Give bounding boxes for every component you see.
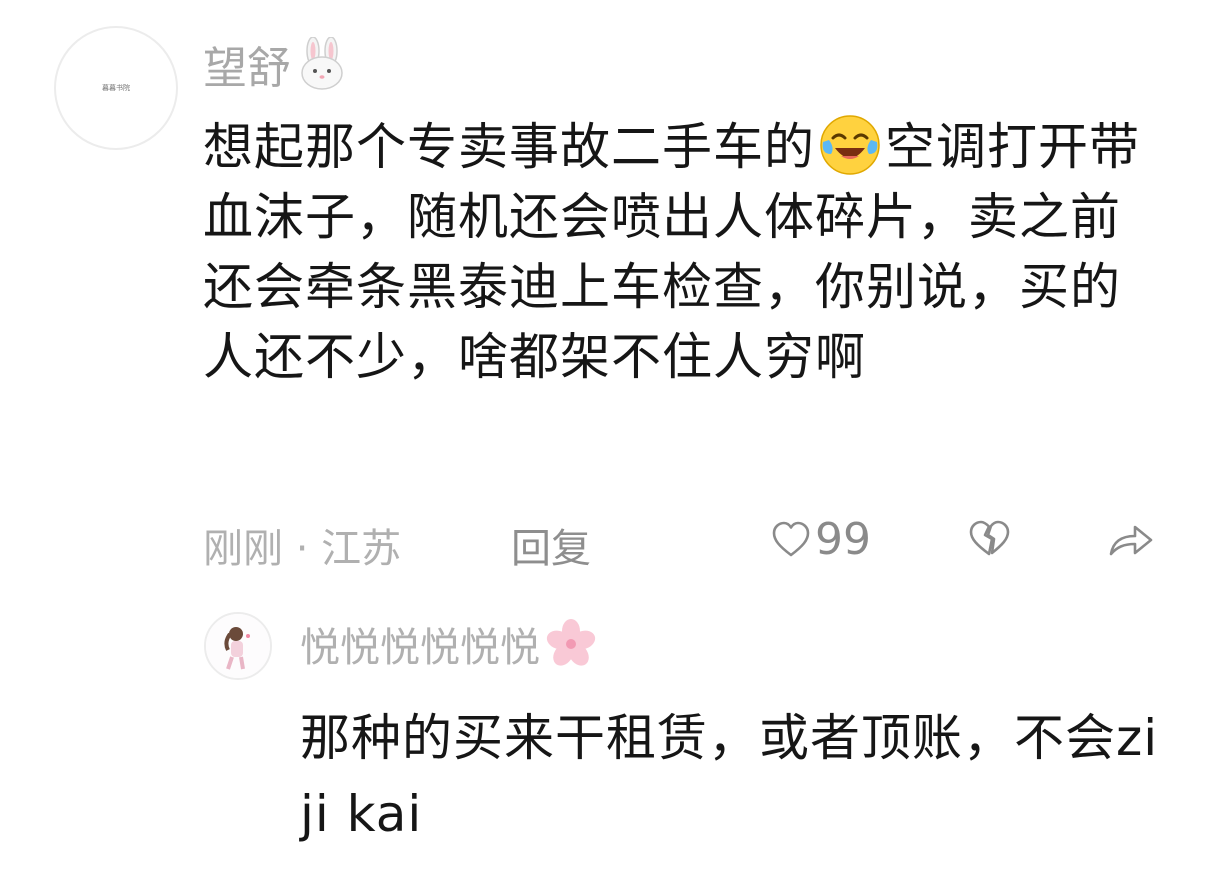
- share-icon: [1109, 525, 1153, 556]
- meta-info: 刚刚 · 江苏: [203, 516, 401, 574]
- heart-icon: [772, 521, 810, 556]
- like-count: 99: [815, 514, 871, 565]
- comment-content: 想起那个专卖事故二手车的 空调打开带血沫子，随机还会喷出人体碎片，卖之前还会牵条…: [203, 112, 1163, 392]
- comment-username[interactable]: 望舒: [203, 32, 347, 96]
- laughing-tears-emoji: [820, 115, 880, 175]
- reply-content: 那种的买来干租赁，或者顶账，不会zi ji kai: [300, 709, 1159, 843]
- dislike-button[interactable]: [967, 518, 1011, 558]
- comment-time: 刚刚: [203, 526, 283, 572]
- comment-meta: 刚刚 · 江苏 回复 99: [203, 508, 1173, 572]
- avatar[interactable]: 暮暮书院: [54, 26, 178, 150]
- rabbit-face-icon: [301, 37, 343, 90]
- reply-username-label: 悦悦悦悦悦悦: [300, 625, 540, 671]
- meta-separator: ·: [295, 526, 309, 572]
- reply-username[interactable]: 悦悦悦悦悦悦: [300, 615, 598, 673]
- comment-location: 江苏: [321, 526, 402, 572]
- broken-heart-icon: [969, 520, 1010, 556]
- like-button[interactable]: 99: [771, 514, 871, 565]
- share-button[interactable]: [1107, 520, 1155, 560]
- reply-button[interactable]: 回复: [511, 516, 591, 574]
- cherry-blossom-icon: [546, 619, 596, 666]
- username-label: 望舒: [203, 43, 291, 94]
- reply-avatar[interactable]: [204, 612, 272, 680]
- avatar-text: 暮暮书院: [102, 84, 130, 92]
- content-part-1: 想起那个专卖事故二手车的: [203, 118, 815, 176]
- girl-figure-icon: [206, 614, 270, 678]
